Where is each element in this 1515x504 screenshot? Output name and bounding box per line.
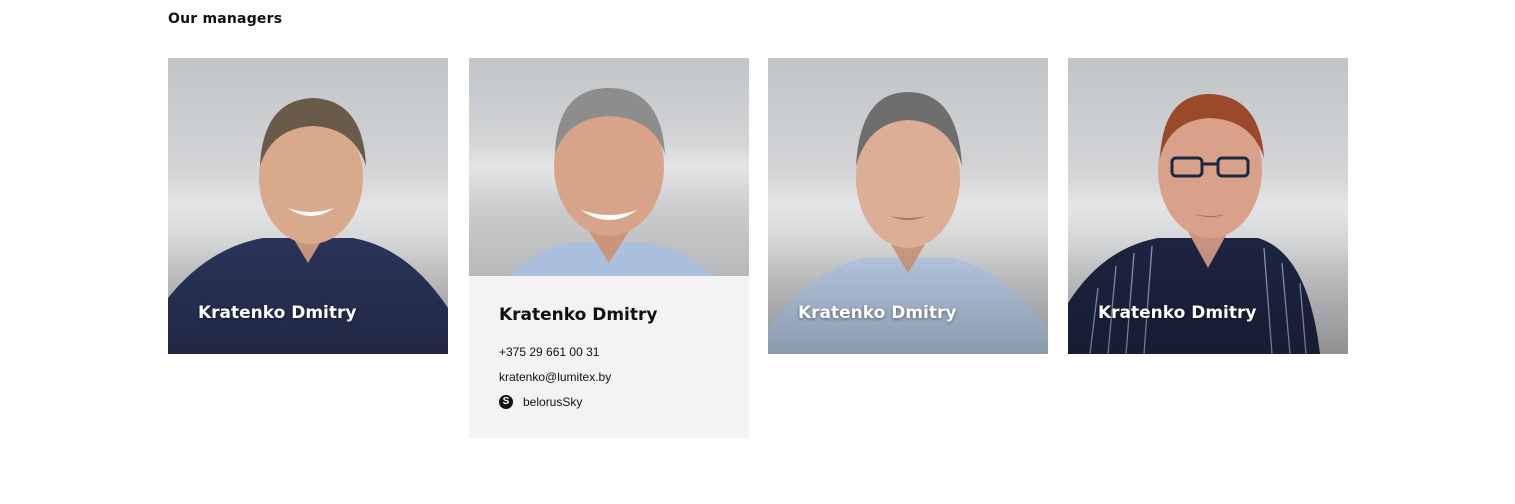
manager-email[interactable]: kratenko@lumitex.by xyxy=(499,370,719,384)
manager-name: Kratenko Dmitry xyxy=(1098,303,1257,323)
manager-photo: Kratenko Dmitry xyxy=(768,58,1048,354)
manager-card[interactable]: Kratenko Dmitry xyxy=(168,58,448,354)
manager-details: Kratenko Dmitry +375 29 661 00 31 kraten… xyxy=(469,276,749,438)
manager-name: Kratenko Dmitry xyxy=(198,303,357,323)
manager-card[interactable]: Kratenko Dmitry xyxy=(1068,58,1348,354)
manager-skype[interactable]: S belorusSky xyxy=(499,395,719,409)
manager-photo xyxy=(469,58,749,276)
skype-icon: S xyxy=(499,395,513,409)
manager-skype-handle: belorusSky xyxy=(523,395,583,409)
section-title: Our managers xyxy=(168,11,283,27)
manager-card[interactable]: Kratenko Dmitry xyxy=(768,58,1048,354)
manager-name: Kratenko Dmitry xyxy=(798,303,957,323)
manager-photo: Kratenko Dmitry xyxy=(168,58,448,354)
manager-card-expanded[interactable]: Kratenko Dmitry +375 29 661 00 31 kraten… xyxy=(469,58,749,438)
manager-phone[interactable]: +375 29 661 00 31 xyxy=(499,345,719,359)
portrait-image xyxy=(509,88,714,276)
manager-photo: Kratenko Dmitry xyxy=(1068,58,1348,354)
manager-name: Kratenko Dmitry xyxy=(499,305,658,325)
